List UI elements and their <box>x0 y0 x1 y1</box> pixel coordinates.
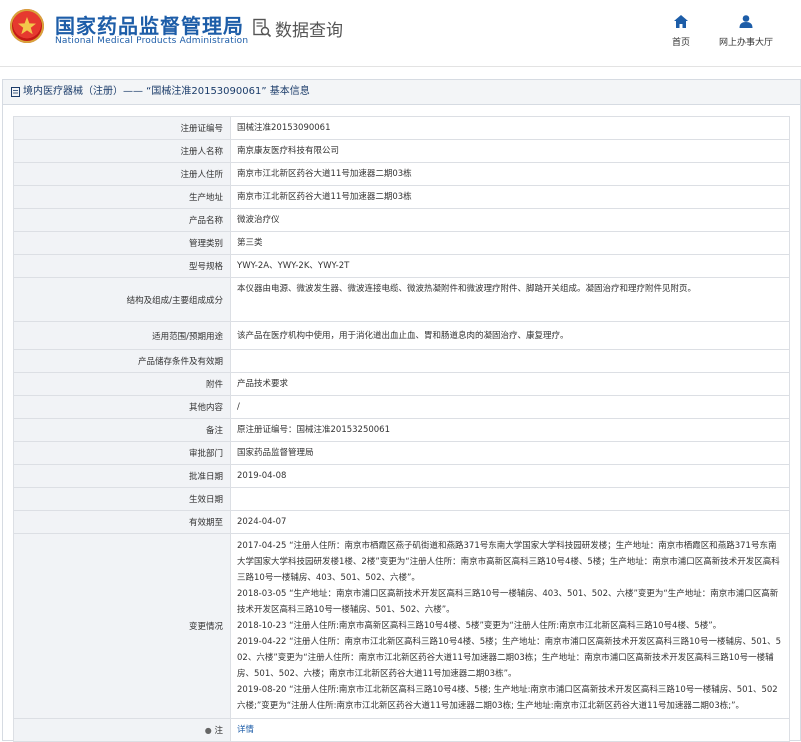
row-label: 变更情况 <box>13 533 231 719</box>
table-row: 注册证编号 国械注准20153090061 <box>13 116 790 140</box>
star-icon <box>18 17 36 35</box>
row-label: 产品名称 <box>13 208 231 232</box>
note-label: 注 <box>214 726 223 736</box>
row-value: 2024-04-07 <box>230 510 790 534</box>
row-label: 注册人名称 <box>13 139 231 163</box>
panel-header: 境内医疗器械（注册）—— “国械注准20153090061” 基本信息 <box>3 80 800 105</box>
row-label: ● 注 <box>13 718 231 742</box>
row-label: 有效期至 <box>13 510 231 534</box>
row-label: 适用范围/预期用途 <box>13 321 231 350</box>
details-link[interactable]: 详情 <box>237 725 254 735</box>
table-row: 管理类别 第三类 <box>13 231 790 255</box>
nav-online-hall-label: 网上办事大厅 <box>718 38 773 48</box>
row-label: 审批部门 <box>13 441 231 465</box>
row-label: 附件 <box>13 372 231 396</box>
row-label: 其他内容 <box>13 395 231 419</box>
asterisk-icon: ● <box>204 726 212 735</box>
row-value: 国械注准20153090061 <box>230 116 790 140</box>
table-row: 审批部门 国家药品监督管理局 <box>13 441 790 465</box>
table-row: 注册人名称 南京康友医疗科技有限公司 <box>13 139 790 163</box>
data-query-label: 数据查询 <box>275 21 343 41</box>
table-row: 批准日期 2019-04-08 <box>13 464 790 488</box>
row-label: 备注 <box>13 418 231 442</box>
nav-home[interactable]: 首页 <box>664 13 698 48</box>
row-value: / <box>230 395 790 419</box>
change-entry: 2018-03-05 “生产地址：南京市浦口区高新技术开发区高科三路10号一楼辅… <box>237 589 779 615</box>
row-value: 2019-04-08 <box>230 464 790 488</box>
table-row: 生产地址 南京市江北新区药谷大道11号加速器二期03栋 <box>13 185 790 209</box>
detail-panel: 境内医疗器械（注册）—— “国械注准20153090061” 基本信息 注册证编… <box>2 79 801 742</box>
row-label: 注册证编号 <box>13 116 231 140</box>
nav-online-hall[interactable]: 网上办事大厅 <box>713 13 779 48</box>
row-value: 第三类 <box>230 231 790 255</box>
change-entry: 2019-08-20 “注册人住所:南京市江北新区高科三路10号4楼、5楼; 生… <box>237 685 778 711</box>
change-history: 2017-04-25 “注册人住所：南京市栖霞区燕子矶街道和燕路371号东南大学… <box>230 533 790 719</box>
table-row: 注册人住所 南京市江北新区药谷大道11号加速器二期03栋 <box>13 162 790 186</box>
row-value <box>230 487 790 511</box>
row-value: 该产品在医疗机构中使用，用于消化道出血止血、胃和肠道息肉的凝固治疗、康复理疗。 <box>230 321 790 350</box>
row-value: 国家药品监督管理局 <box>230 441 790 465</box>
row-value: 本仪器由电源、微波发生器、微波连接电缆、微波热凝附件和微波理疗附件、脚踏开关组成… <box>230 277 790 322</box>
row-label: 产品储存条件及有效期 <box>13 349 231 373</box>
table-row: 适用范围/预期用途 该产品在医疗机构中使用，用于消化道出血止血、胃和肠道息肉的凝… <box>13 321 790 350</box>
table-row: 结构及组成/主要组成成分 本仪器由电源、微波发生器、微波连接电缆、微波热凝附件和… <box>13 277 790 322</box>
table-row: 生效日期 <box>13 487 790 511</box>
row-value <box>230 349 790 373</box>
panel-title: 境内医疗器械（注册）—— “国械注准20153090061” 基本信息 <box>23 86 310 97</box>
table-row: 型号规格 YWY-2A、YWY-2K、YWY-2T <box>13 254 790 278</box>
row-label: 注册人住所 <box>13 162 231 186</box>
brand-name-en: National Medical Products Administration <box>55 36 249 46</box>
table-row: 其他内容 / <box>13 395 790 419</box>
table-row: 备注 原注册证编号：国械注准20153250061 <box>13 418 790 442</box>
row-label: 管理类别 <box>13 231 231 255</box>
row-value: YWY-2A、YWY-2K、YWY-2T <box>230 254 790 278</box>
change-entry: 2019-04-22 “注册人住所：南京市江北新区高科三路10号4楼、5楼；生产… <box>237 637 782 679</box>
site-header: 国家药品监督管理局 National Medical Products Admi… <box>0 0 801 66</box>
document-icon <box>11 87 20 97</box>
document-search-icon <box>253 18 272 38</box>
table-row-changes: 变更情况 2017-04-25 “注册人住所：南京市栖霞区燕子矶街道和燕路371… <box>13 533 790 719</box>
change-entry: 2017-04-25 “注册人住所：南京市栖霞区燕子矶街道和燕路371号东南大学… <box>237 541 780 583</box>
change-entry: 2018-10-23 “注册人住所:南京市高新区高科三路10号4楼、5楼”变更为… <box>237 621 722 631</box>
row-value: 详情 <box>230 718 790 742</box>
brand-name-cn: 国家药品监督管理局 <box>55 14 244 38</box>
emblem-logo <box>10 9 44 43</box>
table-row: 产品名称 微波治疗仪 <box>13 208 790 232</box>
row-value: 产品技术要求 <box>230 372 790 396</box>
row-label: 生产地址 <box>13 185 231 209</box>
user-icon <box>739 15 753 28</box>
row-label: 型号规格 <box>13 254 231 278</box>
row-label: 批准日期 <box>13 464 231 488</box>
table-row-note: ● 注 详情 <box>13 718 790 742</box>
header-divider <box>0 66 801 67</box>
row-value: 原注册证编号：国械注准20153250061 <box>230 418 790 442</box>
table-row: 附件 产品技术要求 <box>13 372 790 396</box>
row-value: 微波治疗仪 <box>230 208 790 232</box>
table-row: 有效期至 2024-04-07 <box>13 510 790 534</box>
table-row: 产品储存条件及有效期 <box>13 349 790 373</box>
row-value: 南京市江北新区药谷大道11号加速器二期03栋 <box>230 185 790 209</box>
row-label: 结构及组成/主要组成成分 <box>13 277 231 322</box>
row-value: 南京康友医疗科技有限公司 <box>230 139 790 163</box>
row-value: 南京市江北新区药谷大道11号加速器二期03栋 <box>230 162 790 186</box>
row-label: 生效日期 <box>13 487 231 511</box>
home-icon <box>674 15 688 28</box>
nav-home-label: 首页 <box>671 38 690 48</box>
info-table: 注册证编号 国械注准20153090061 注册人名称 南京康友医疗科技有限公司… <box>13 116 790 742</box>
